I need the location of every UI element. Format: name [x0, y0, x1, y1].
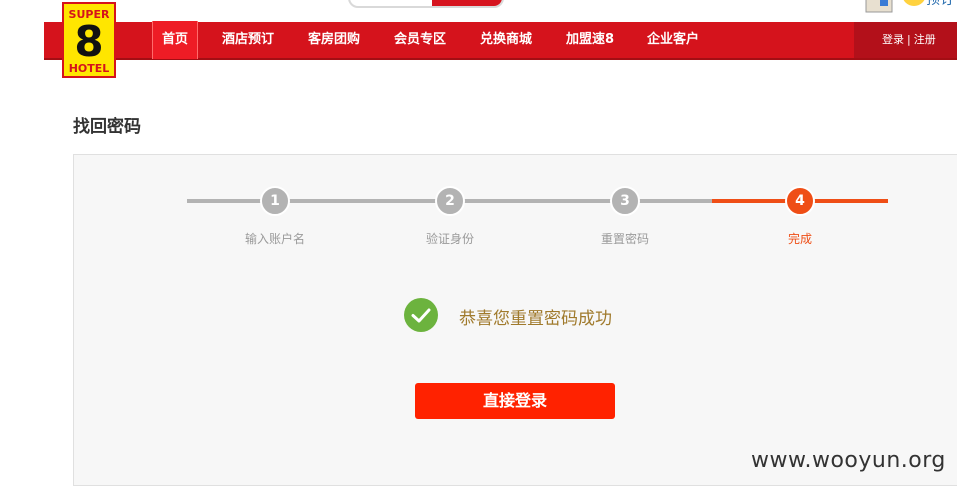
account-area: 登录 | 注册	[854, 22, 957, 58]
nav-item-home[interactable]: 首页	[152, 21, 199, 59]
promo-banner-icon[interactable]: 预订	[862, 0, 957, 20]
nav-item-hotel-booking[interactable]: 酒店预订	[222, 22, 274, 58]
watermark: www.wooyun.org	[751, 448, 946, 473]
page-title: 找回密码	[73, 117, 141, 137]
login-separator: |	[907, 33, 911, 46]
header-search-button[interactable]	[432, 0, 502, 6]
header-search-box[interactable]	[348, 0, 504, 8]
register-link[interactable]: 注册	[914, 33, 936, 46]
nav-item-exchange-mall[interactable]: 兑换商城	[480, 22, 532, 58]
step-1-circle: 1	[260, 186, 290, 216]
success-check-icon	[404, 298, 438, 332]
direct-login-button[interactable]: 直接登录	[415, 383, 615, 419]
logo-text-bottom: HOTEL	[69, 62, 110, 75]
step-2-label: 验证身份	[425, 232, 474, 246]
nav-item-group-buy[interactable]: 客房团购	[308, 22, 360, 58]
success-message: 恭喜您重置密码成功	[459, 309, 612, 329]
step-4-circle: 4	[785, 186, 815, 216]
main-nav: 首页 酒店预订 客房团购 会员专区 兑换商城 加盟速8 企业客户 登录 | 注册	[44, 21, 957, 60]
nav-item-franchise[interactable]: 加盟速8	[566, 22, 614, 58]
nav-item-corporate[interactable]: 企业客户	[647, 22, 699, 58]
logo-numeral: 8	[74, 17, 103, 66]
login-link[interactable]: 登录	[882, 33, 904, 46]
password-reset-panel: 1 2 3 4 输入账户名 验证身份 重置密码 完成 恭喜您重置密码成功 直接登…	[73, 154, 957, 486]
login-links: 登录 | 注册	[882, 22, 936, 58]
promo-text: 预订	[926, 0, 954, 8]
slogan-decoration	[150, 0, 340, 4]
step-2-circle: 2	[435, 186, 465, 216]
nav-item-members[interactable]: 会员专区	[394, 22, 446, 58]
step-3-label: 重置密码	[600, 232, 649, 246]
step-1-label: 输入账户名	[244, 232, 305, 246]
step-4-label: 完成	[787, 232, 812, 246]
step-3-circle: 3	[610, 186, 640, 216]
super8-logo[interactable]: SUPER 8 HOTEL	[62, 2, 116, 78]
top-strip: 预订	[0, 0, 957, 20]
